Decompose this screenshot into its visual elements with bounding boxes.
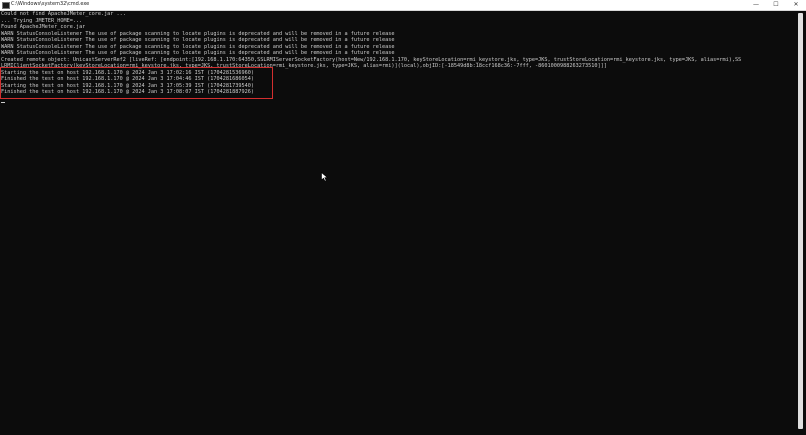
maximize-button[interactable]: ☐ (766, 0, 786, 10)
window-title: C:\Windows\system32\cmd.exe (11, 1, 90, 7)
vertical-scrollbar[interactable] (796, 11, 806, 435)
minimize-button[interactable]: — (746, 0, 766, 10)
cmd-app-icon (2, 2, 10, 9)
close-button[interactable]: ✕ (786, 0, 806, 10)
scrollbar-thumb[interactable] (798, 13, 803, 429)
mouse-pointer-icon (321, 172, 329, 182)
text-cursor (1, 102, 5, 103)
console-output[interactable]: Could not find ApacheJMeter_core.jar ...… (0, 11, 796, 435)
cmd-window: C:\Windows\system32\cmd.exe — ☐ ✕ Could … (0, 0, 806, 435)
highlight-annotation-box (0, 67, 273, 99)
title-bar[interactable]: C:\Windows\system32\cmd.exe — ☐ ✕ (0, 0, 806, 11)
